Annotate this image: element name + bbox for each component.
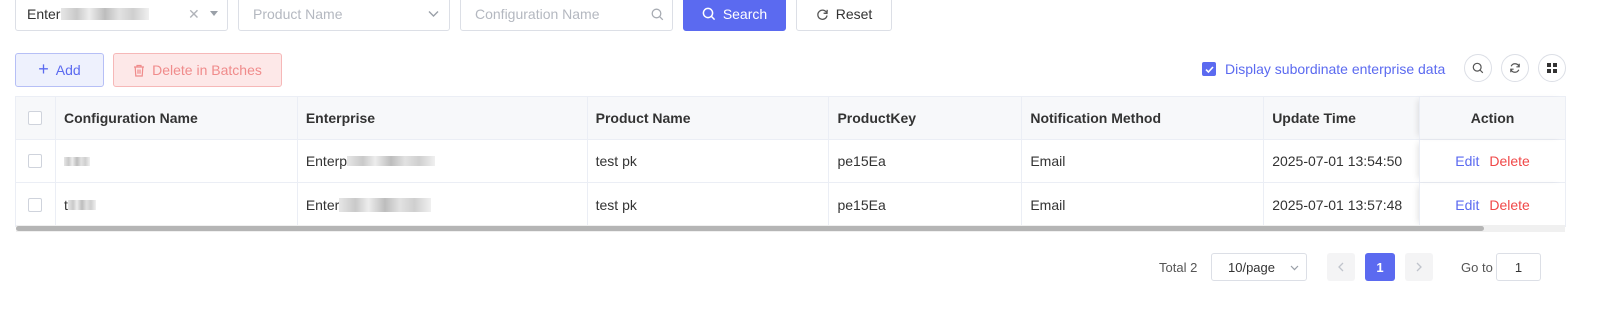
- chevron-down-icon: [428, 11, 439, 17]
- prev-page-button[interactable]: [1327, 253, 1355, 281]
- product-name-cell: test pk: [588, 183, 830, 226]
- enterprise-select-value: Enter: [27, 6, 61, 22]
- horizontal-scrollbar[interactable]: [16, 225, 1565, 232]
- refresh-icon: [816, 9, 828, 20]
- delete-in-batches-label: Delete in Batches: [152, 62, 262, 78]
- column-settings-button[interactable]: [1538, 54, 1566, 82]
- trash-icon: [134, 64, 145, 77]
- update-time-cell: 2025-07-01 13:54:50: [1272, 153, 1403, 169]
- header-enterprise[interactable]: Enterprise: [298, 97, 588, 139]
- enterprise-cell: Enterp: [298, 140, 588, 182]
- configuration-name-placeholder: Configuration Name: [475, 6, 600, 22]
- edit-link[interactable]: Edit: [1455, 197, 1479, 213]
- product-key-cell: pe15Ea: [829, 140, 1023, 182]
- config-table: Configuration Name Enterprise Product Na…: [15, 96, 1566, 227]
- chevron-down-icon: [1290, 265, 1299, 271]
- goto-label: Go to: [1461, 259, 1493, 275]
- select-all-checkbox[interactable]: [28, 111, 43, 125]
- header-product-key[interactable]: ProductKey: [829, 97, 1023, 139]
- goto-page-input[interactable]: 1: [1496, 253, 1541, 281]
- header-update-time[interactable]: Update Time: [1264, 97, 1419, 139]
- action-cell: Edit Delete: [1419, 183, 1565, 226]
- update-time-cell: 2025-07-01 13:57:48: [1272, 196, 1403, 213]
- add-button[interactable]: + Add: [15, 53, 104, 87]
- notification-method-cell: Email: [1022, 140, 1265, 182]
- scrollbar-thumb[interactable]: [16, 226, 1484, 231]
- row-select-cell: [16, 140, 56, 182]
- refresh-icon: [1510, 63, 1520, 73]
- redacted-text: [63, 156, 90, 166]
- row-select-cell: [16, 183, 56, 226]
- header-notification-method[interactable]: Notification Method: [1022, 97, 1265, 139]
- row-checkbox[interactable]: [28, 197, 43, 212]
- product-name-select[interactable]: Product Name: [238, 0, 450, 31]
- delete-link[interactable]: Delete: [1489, 197, 1529, 213]
- chevron-left-icon: [1338, 262, 1344, 272]
- enterprise-text: Enterp: [305, 153, 348, 169]
- refresh-button[interactable]: [1501, 54, 1529, 82]
- enterprise-cell: Enter: [298, 183, 588, 226]
- table-header: Configuration Name Enterprise Product Na…: [16, 97, 1565, 140]
- page-size-value: 10/page: [1228, 259, 1275, 275]
- delete-link[interactable]: Delete: [1489, 153, 1529, 169]
- header-select-cell: [16, 97, 56, 139]
- goto-page-value: 1: [1514, 259, 1523, 275]
- configuration-name-cell: [56, 140, 298, 182]
- subordinate-toggle[interactable]: Display subordinate enterprise data: [1202, 60, 1445, 78]
- check-icon: [1205, 66, 1214, 74]
- add-button-label: Add: [55, 62, 81, 78]
- reset-button-label: Reset: [835, 6, 873, 22]
- configuration-name-cell: t: [56, 183, 298, 226]
- caret-down-icon: [210, 11, 218, 16]
- next-page-button[interactable]: [1405, 253, 1433, 281]
- search-button-label: Search: [722, 6, 768, 22]
- edit-link[interactable]: Edit: [1455, 153, 1479, 169]
- notification-method-cell: Email: [1022, 183, 1265, 226]
- search-icon: [1472, 62, 1484, 74]
- table-row[interactable]: Enterp test pk pe15Ea Email 2025-07-01 1…: [16, 140, 1565, 183]
- plus-icon: +: [38, 59, 49, 79]
- page-number-current[interactable]: 1: [1365, 253, 1395, 281]
- chevron-right-icon: [1416, 262, 1422, 272]
- subordinate-checkbox[interactable]: [1202, 62, 1216, 76]
- subordinate-label: Display subordinate enterprise data: [1225, 61, 1446, 77]
- product-key-cell: pe15Ea: [829, 183, 1023, 226]
- row-checkbox[interactable]: [28, 154, 43, 168]
- header-configuration-name[interactable]: Configuration Name: [56, 97, 298, 139]
- reset-button[interactable]: Reset: [796, 0, 892, 31]
- redacted-text: [61, 8, 150, 20]
- enterprise-text: Enter: [305, 196, 340, 213]
- search-icon: [651, 8, 664, 21]
- grid-icon: [1547, 63, 1557, 73]
- action-cell: Edit Delete: [1419, 140, 1565, 182]
- table-row[interactable]: t Enter test pk pe15Ea Email 2025-07-01 …: [16, 183, 1565, 226]
- header-product-name[interactable]: Product Name: [588, 97, 830, 139]
- search-button[interactable]: Search: [683, 0, 786, 31]
- search-icon: [702, 7, 715, 21]
- header-action: Action: [1419, 97, 1565, 139]
- pagination-total: Total 2: [1159, 259, 1198, 275]
- redacted-text: [67, 199, 96, 210]
- product-name-placeholder: Product Name: [253, 6, 343, 22]
- page-size-select[interactable]: 10/page: [1211, 253, 1307, 281]
- enterprise-select[interactable]: Enter ✕: [15, 0, 228, 31]
- redacted-text: [347, 156, 436, 166]
- clear-icon[interactable]: ✕: [188, 6, 200, 23]
- redacted-text: [339, 197, 432, 212]
- search-toggle-button[interactable]: [1464, 54, 1492, 82]
- delete-in-batches-button[interactable]: Delete in Batches: [113, 53, 282, 87]
- product-name-cell: test pk: [588, 140, 830, 182]
- configuration-name-input[interactable]: Configuration Name: [460, 0, 673, 31]
